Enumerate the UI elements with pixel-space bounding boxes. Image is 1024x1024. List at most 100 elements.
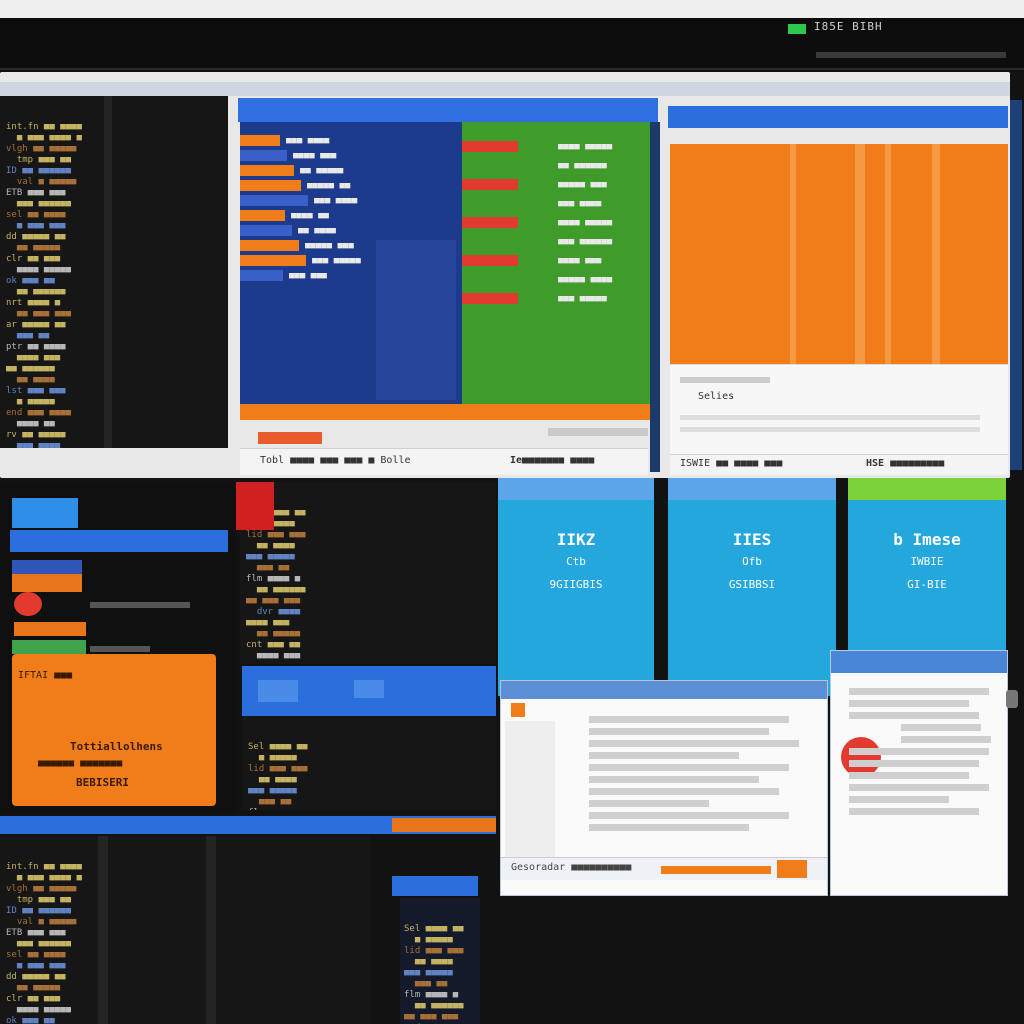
code-line: ■■■■ ■■■■■	[6, 1005, 72, 1015]
chart-green-panel: ■■■■ ■■■■■ ■■ ■■■■■■ ■■■■■ ■■■ ■■■ ■■■■ ■■■■…	[462, 122, 658, 404]
code-editor-left[interactable]: int.fn ■■ ■■■■ ■ ■■■ ■■■■ ■ vlgh ■■ ■■■■■…	[0, 96, 228, 448]
code-line: sel ■■ ■■■■	[6, 210, 66, 220]
summary-line-1: IFTAI ■■■	[18, 670, 73, 681]
chart-bar	[240, 270, 283, 281]
code-line: int.fn ■■ ■■■■	[6, 862, 82, 872]
document-window-right-titlebar[interactable]	[831, 651, 1007, 673]
document-action-button[interactable]	[777, 860, 807, 878]
bottom-tabbar[interactable]	[0, 816, 496, 834]
right-edge-scrollbar[interactable]	[1010, 100, 1022, 470]
left-panel-header[interactable]	[10, 530, 228, 552]
chart-footer-strip-label: Tobl ■■■■ ■■■ ■■■ ■ Bolle	[260, 455, 411, 466]
chart-row: ■■ ■■■■	[240, 220, 462, 236]
code-line: ■ ■■■ ■■■■ ■	[6, 133, 82, 143]
code-line: ■■■■ ■■■	[246, 618, 290, 628]
code-editor-mini[interactable]: Sel ■■■■ ■■ ■ ■■■■■ lid ■■■ ■■■ ■■ ■■■■ ■■…	[400, 898, 480, 1024]
code-line: vlgh ■■ ■■■■■	[6, 144, 77, 154]
document-window-right[interactable]	[830, 650, 1008, 896]
document-footer: Gesoradar ■■■■■■■■■■	[501, 857, 827, 880]
chart-row-label: ■■■■ ■■■■■	[558, 217, 613, 228]
chart-row: ■■■■ ■■■■■	[462, 212, 658, 228]
code-line: vlgh ■■ ■■■■■	[6, 884, 77, 894]
code-line: ■■ ■■■■	[404, 957, 453, 967]
bottom-tab-active[interactable]	[392, 818, 496, 832]
code-editor-middle[interactable]: Sel ■■■■ ■■ ■ ■■■■■lid ■■■ ■■■ ■■ ■■■■■■…	[240, 482, 496, 664]
code-line: ok ■■■ ■■	[6, 1016, 55, 1024]
code-line: ■■ ■■■ ■■■	[404, 1012, 459, 1022]
list-item[interactable]	[12, 574, 82, 592]
chart-window-scrollbar[interactable]	[650, 122, 660, 472]
chart-row-label: ■■■ ■■■■	[558, 198, 602, 209]
chart-row: ■■ ■■■■■■	[462, 155, 658, 171]
code-line: Sel ■■■■ ■■	[404, 924, 464, 934]
code-line: ■■ ■■■■■	[6, 243, 61, 253]
code-line: ■■■ ■■■■■	[248, 786, 297, 796]
code-line: ■■ ■■■■■	[246, 662, 490, 664]
code-line: ■ ■■■ ■■■	[6, 221, 66, 231]
chart-row: ■■■■ ■■	[240, 205, 462, 221]
code-line: lst ■■■ ■■■	[6, 386, 66, 396]
chart-row-label: ■■ ■■■■■■	[558, 160, 607, 171]
code-line: Sel ■■■■ ■■	[248, 742, 308, 752]
code-line: ok ■■■ ■■	[6, 276, 55, 286]
code-line: nrt ■■■■ ■	[6, 298, 61, 308]
code-line: ■■ ■■■ ■■■	[246, 596, 301, 606]
code-line: ■■■ ■■■■■■	[6, 939, 72, 949]
code-line: ■ ■■■■■	[6, 397, 55, 407]
code-line: ID ■■ ■■■■■■	[6, 166, 72, 176]
metric-card[interactable]: b Imese IWBIE GI-BIE	[848, 478, 1006, 672]
chart-footer-strip-right: Ie■■■■■■■ ■■■■	[510, 455, 595, 466]
metric-card[interactable]: IIKZ Ctb 9GIIGBIS	[498, 478, 654, 696]
scroll-handle[interactable]	[1006, 690, 1018, 708]
document-window[interactable]: Gesoradar ■■■■■■■■■■	[500, 680, 828, 896]
left-panel-tab[interactable]	[12, 498, 78, 528]
list-item[interactable]	[12, 640, 86, 654]
chart-row: ■■■■ ■■■■■	[462, 136, 658, 152]
code-line: tmp ■■■ ■■	[6, 895, 72, 905]
middle-panel-header[interactable]	[242, 666, 496, 716]
chart-row: ■■■ ■■■■■	[462, 288, 658, 304]
document-window-titlebar[interactable]	[501, 681, 827, 699]
code-line: ■■ ■■■■■■	[404, 1001, 464, 1011]
chart-row: ■■■■■ ■■■	[462, 174, 658, 190]
bottom-panel-header[interactable]	[392, 876, 478, 896]
orange-footer-label: ISWIE ■■ ■■■■ ■■■	[680, 458, 783, 469]
code-line: dd ■■■■■ ■■	[6, 232, 66, 242]
chart-row: ■■■ ■■■■	[462, 193, 658, 209]
metric-card-value: GSIBBSI	[728, 578, 776, 591]
chart-marker	[462, 293, 518, 304]
code-editor-bottom[interactable]: int.fn ■■ ■■■■ ■ ■■■ ■■■■ ■ vlgh ■■ ■■■■■…	[0, 836, 370, 1024]
header-badge	[354, 680, 384, 698]
code-line: rv ■■ ■■■■■	[6, 430, 66, 440]
editor-gutter-divider	[206, 836, 216, 1024]
code-line: dd ■■■■■ ■■	[6, 972, 66, 982]
orange-column-divider	[790, 144, 796, 364]
chart-row: ■■ ■■■■■	[240, 160, 462, 176]
orange-summary-box[interactable]: IFTAI ■■■ Tottiallolhens ■■■■■■ ■■■■■■■ …	[12, 654, 216, 806]
code-line: dvr ■■■■	[246, 607, 301, 617]
code-line: ■ ■■■ ■■■	[6, 961, 66, 971]
code-line: ■■■ ■■■■	[6, 441, 61, 448]
code-line: ■■■ ■■	[6, 331, 50, 341]
toolbar: I85E BIBH	[0, 18, 1024, 70]
chart-row-label: ■■■■ ■■■	[558, 255, 602, 266]
orange-window-titlebar[interactable]	[668, 106, 1008, 128]
chart-marker	[462, 141, 518, 152]
code-line: ■■■ ■■■■■■	[6, 199, 72, 209]
chart-row-label: ■■■ ■■■	[289, 270, 327, 281]
orange-column-divider	[855, 144, 865, 364]
code-line: ■■■ ■■	[246, 563, 290, 573]
chart-row-label: ■■■ ■■■■	[314, 195, 358, 206]
code-editor-middle-lower[interactable]: Sel ■■■■ ■■ ■ ■■■■■ lid ■■■ ■■■ ■■ ■■■■ ■■…	[242, 716, 496, 810]
chart-row-label: ■■■■ ■■■■■	[558, 141, 613, 152]
list-line	[90, 646, 150, 652]
code-line: ■■ ■■■■	[246, 541, 295, 551]
list-item[interactable]	[14, 622, 86, 636]
metric-card[interactable]: IIES Ofb GSIBBSI	[668, 478, 836, 696]
code-line: flm ■■■■ ■	[404, 990, 459, 1000]
chart-row-label: ■■■■■ ■■■	[558, 179, 607, 190]
chart-window-titlebar[interactable]	[238, 98, 658, 122]
list-item[interactable]	[12, 560, 82, 574]
code-line: ■■ ■■■■	[6, 375, 55, 385]
document-icon	[511, 703, 525, 717]
